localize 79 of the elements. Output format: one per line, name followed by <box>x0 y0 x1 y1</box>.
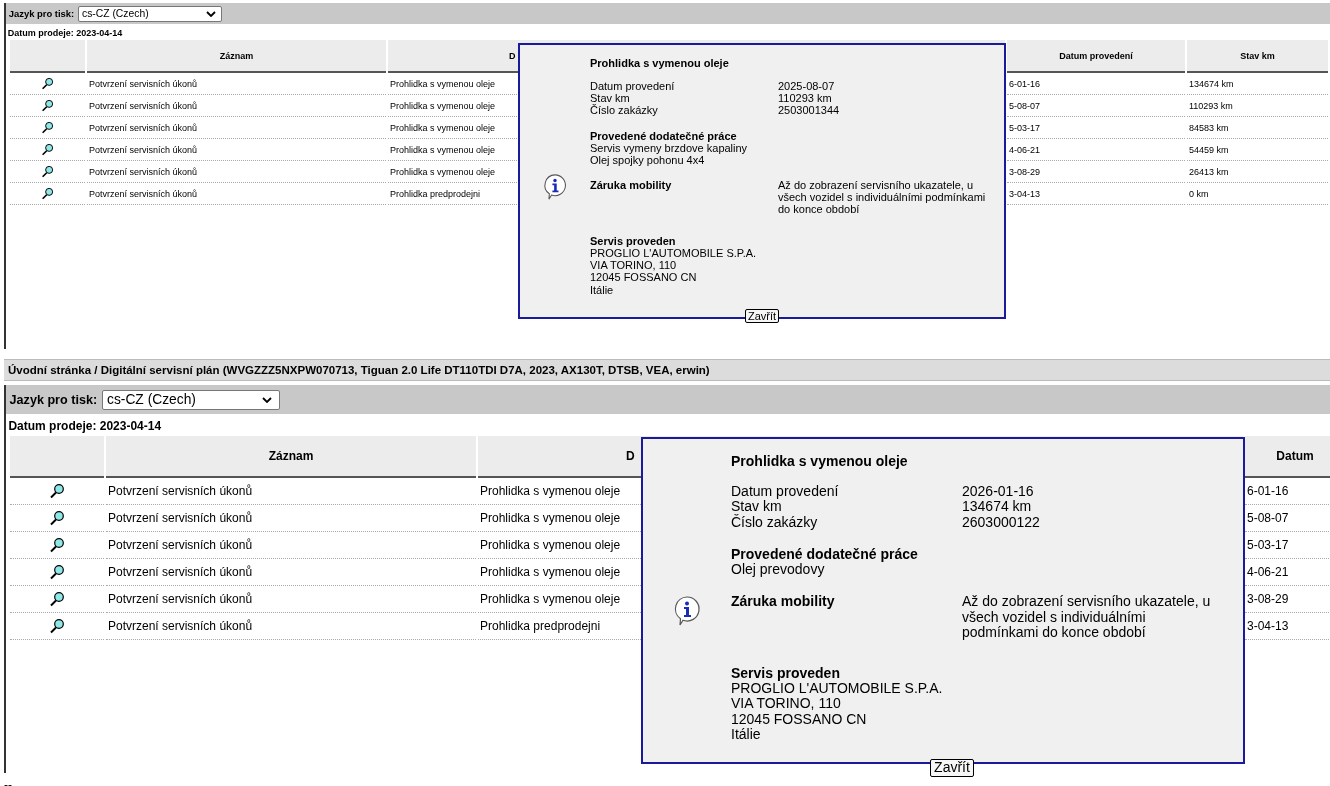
column-header: Stav km <box>1187 40 1328 74</box>
magnifier-icon[interactable] <box>41 165 54 179</box>
table-cell: Potvrzení servisních úkonů <box>106 586 476 614</box>
field-value: 2603000122 <box>962 514 1041 530</box>
language-select[interactable]: cs-CZ (Czech) <box>101 389 280 410</box>
section-label: Servis proveden <box>590 235 677 248</box>
table-cell: 54459 km <box>1187 139 1328 162</box>
address-line: Itálie <box>590 283 615 296</box>
dialog-title: Prohlidka s vymenou oleje <box>731 454 909 470</box>
table-cell: 5-08-07 <box>1007 95 1185 118</box>
field-label: Číslo zakázky <box>731 514 819 530</box>
magnifier-icon[interactable] <box>41 99 54 113</box>
table-cell: Potvrzení servisních úkonů <box>87 161 386 184</box>
magnifier-icon[interactable] <box>49 483 65 500</box>
address-line: Itálie <box>731 727 762 743</box>
language-label: Jazyk pro tisk: <box>8 8 75 19</box>
address-line: VIA TORINO, 110 <box>590 259 678 272</box>
magnifier-icon[interactable] <box>49 537 65 554</box>
table-cell: 3-08-29 <box>1007 161 1185 184</box>
chevron-icon <box>205 10 216 17</box>
address-line: 12045 FOSSANO CN <box>590 271 698 284</box>
work-item: Olej prevodovy <box>731 562 826 578</box>
sale-date: Datum prodeje: 2023-04-14 <box>8 418 162 433</box>
column-header: Záznam <box>87 40 386 74</box>
table-cell: 4-06-21 <box>1007 139 1185 162</box>
address-line: VIA TORINO, 110 <box>731 696 842 712</box>
table-cell: 6-01-16 <box>1007 73 1185 96</box>
table-cell: 84583 km <box>1187 117 1328 140</box>
field-value: 2025-08-07 <box>778 80 836 93</box>
dialog-title: Prohlidka s vymenou oleje <box>590 57 730 70</box>
table-cell: Potvrzení servisních úkonů <box>106 613 476 641</box>
sale-date: Datum prodeje: 2023-04-14 <box>7 27 123 38</box>
magnifier-icon[interactable] <box>49 618 65 635</box>
table-cell: Potvrzení servisních úkonů <box>106 559 476 587</box>
magnifier-icon[interactable] <box>49 510 65 527</box>
table-cell: 110293 km <box>1187 95 1328 118</box>
section-label: Servis proveden <box>731 665 841 682</box>
table-cell: Potvrzení servisních úkonů <box>106 505 476 533</box>
table-cell: Potvrzení servisních úkonů <box>87 95 386 118</box>
table-cell: Potvrzení servisních úkonů <box>106 478 476 506</box>
address-line: PROGLIO L'AUTOMOBILE S.P.A. <box>590 247 758 260</box>
language-select[interactable]: cs-CZ (Czech) <box>77 5 222 22</box>
table-cell: Potvrzení servisních úkonů <box>87 117 386 140</box>
language-label: Jazyk pro tisk: <box>9 392 98 407</box>
address-line: 12045 FOSSANO CN <box>731 711 868 728</box>
column-header: Datum <box>1245 436 1330 479</box>
magnifier-icon[interactable] <box>41 121 54 135</box>
column-header: Datum provedení <box>1007 40 1185 74</box>
section-label: Provedené dodatečné práce <box>590 129 738 142</box>
section-label: Záruka mobility <box>731 594 836 612</box>
table-cell: 26413 km <box>1187 161 1328 184</box>
magnifier-icon[interactable] <box>41 143 54 157</box>
chevron-icon <box>262 396 272 403</box>
info-icon <box>672 595 702 628</box>
field-label: Datum provedení <box>590 80 676 93</box>
magnifier-icon[interactable] <box>49 591 65 608</box>
table-cell: 0 km <box>1187 183 1328 206</box>
table-cell: 5-03-17 <box>1007 117 1185 140</box>
table-cell: 3-04-13 <box>1007 183 1185 206</box>
field-label: Datum provedení <box>731 483 840 500</box>
footer-text: -- <box>4 778 13 786</box>
table-cell: Potvrzení servisních úkonů <box>87 139 386 162</box>
info-icon <box>542 172 568 201</box>
field-value: 2026-01-16 <box>962 483 1035 500</box>
table-cell: Potvrzení servisních úkonů <box>87 183 386 206</box>
close-button[interactable]: Zavřít <box>744 308 780 323</box>
breadcrumb-bar: Úvodní stránka / Digitální servisní plán (WVGZZZ5NXPW070713, Tiguan 2.0 Life DT110TDI D7A, 2023, AX130T, DTSB, VEA, erwin) <box>4 359 1330 381</box>
column-header: Záznam <box>106 436 476 479</box>
table-cell: Potvrzení servisních úkonů <box>106 532 476 560</box>
table-cell: Potvrzení servisních úkonů <box>87 73 386 96</box>
magnifier-icon[interactable] <box>41 187 54 201</box>
work-item: Servis vymeny brzdove kapaliny <box>590 141 749 154</box>
address-line: PROGLIO L'AUTOMOBILE S.P.A. <box>731 681 944 697</box>
field-label: Číslo zakázky <box>590 104 659 117</box>
field-value: 2503001344 <box>778 104 841 117</box>
magnifier-icon[interactable] <box>41 77 54 91</box>
table-cell: 134674 km <box>1187 73 1328 96</box>
close-button[interactable]: Zavřít <box>930 759 974 777</box>
magnifier-icon[interactable] <box>49 564 65 581</box>
